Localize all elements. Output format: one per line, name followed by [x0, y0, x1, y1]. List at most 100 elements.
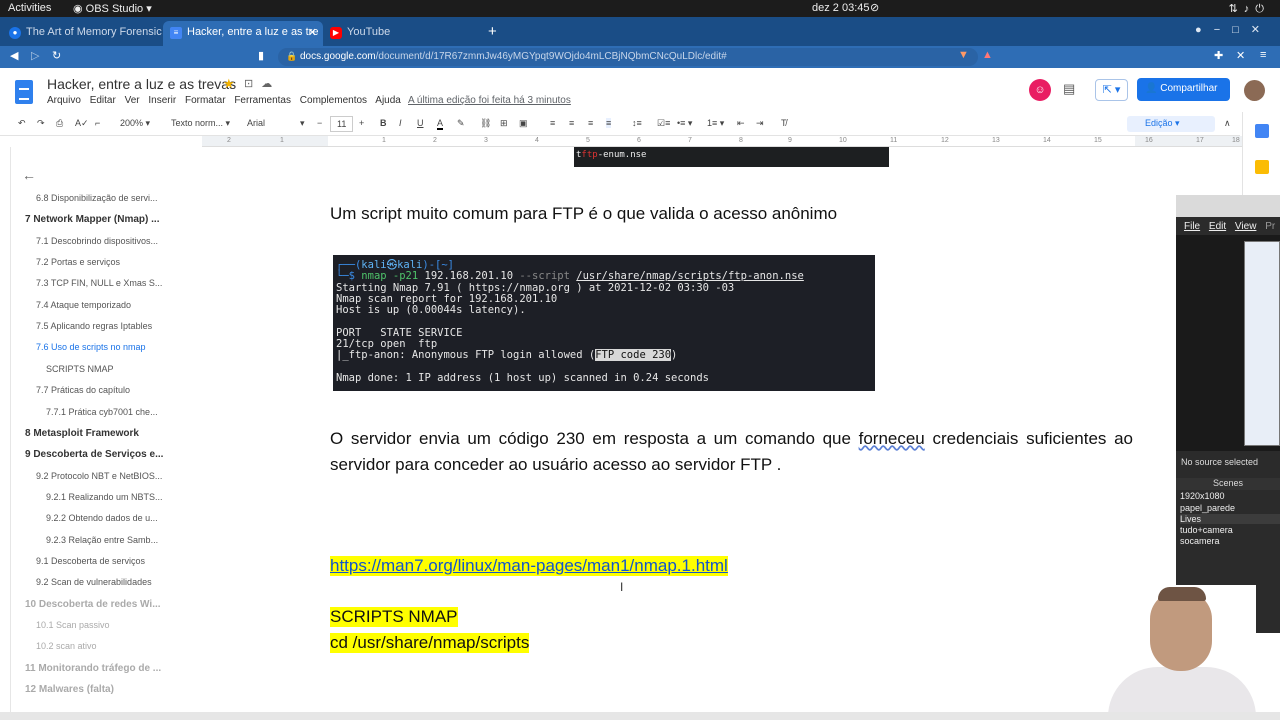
comment-icon[interactable]: ⊞ [500, 118, 508, 129]
outline-item[interactable]: 9.2.1 Realizando um NBTS... [46, 492, 196, 502]
obs-scene-item[interactable]: socamera [1180, 536, 1280, 546]
nmap-man-link[interactable]: https://man7.org/linux/man-pages/man1/nm… [330, 556, 728, 576]
last-edit-link[interactable]: A última edição foi feita há 3 minutos [408, 95, 571, 106]
obs-menu-file[interactable]: File [1184, 221, 1200, 232]
obs-preview[interactable] [1176, 235, 1280, 451]
decrease-size-icon[interactable]: − [317, 118, 322, 128]
increase-size-icon[interactable]: + [359, 118, 364, 128]
profile-avatar[interactable] [1244, 80, 1265, 101]
zoom-select[interactable]: 200% ▾ [120, 118, 150, 129]
p2-misspelled[interactable]: forneceu [859, 429, 925, 448]
menu-complementos[interactable]: Complementos [300, 95, 367, 106]
activities-button[interactable]: Activities [8, 2, 51, 14]
outline-item[interactable]: 7.6 Uso de scripts no nmap [36, 342, 186, 352]
vertical-ruler[interactable] [0, 147, 11, 712]
increase-indent-icon[interactable]: ⇥ [756, 118, 764, 129]
outline-item[interactable]: 9.2.2 Obtendo dados de u... [46, 513, 196, 523]
cloud-status-icon[interactable]: ☁ [261, 78, 280, 90]
undo-icon[interactable]: ↶ [18, 118, 26, 129]
outline-item[interactable]: 9.2 Protocolo NBT e NetBIOS... [36, 471, 186, 481]
extensions-icon[interactable]: ✚ [1214, 49, 1223, 62]
calendar-icon[interactable] [1255, 124, 1269, 138]
clear-formatting-icon[interactable]: T̸ [781, 118, 787, 128]
bookmark-icon[interactable]: ▮ [258, 49, 264, 62]
system-tray[interactable]: ⇅♪⏻ [1229, 2, 1270, 16]
outline-item[interactable]: 7.7.1 Prática cyb7001 che... [46, 407, 196, 417]
comments-icon[interactable]: ▤ [1063, 81, 1075, 97]
close-outline-icon[interactable]: ← [22, 167, 36, 183]
justify-icon[interactable]: ≡ [606, 118, 612, 128]
outline-item[interactable]: 11 Monitorando tráfego de ... [25, 663, 175, 674]
outline-item[interactable]: 10.2 scan ativo [36, 641, 186, 651]
forward-icon[interactable]: ▷ [31, 49, 39, 62]
align-left-icon[interactable]: ≡ [550, 118, 555, 128]
obs-menu-profile[interactable]: Pr [1265, 221, 1275, 232]
outline-item[interactable]: 7 Network Mapper (Nmap) ... [25, 214, 175, 225]
maximize-icon[interactable]: □ [1232, 24, 1251, 36]
document-title[interactable]: Hacker, entre a luz e as trevas [47, 76, 236, 92]
menu-formatar[interactable]: Formatar [185, 95, 226, 106]
style-select[interactable]: Texto norm... ▾ [171, 118, 230, 129]
present-button[interactable]: ⇱ ▾ [1095, 79, 1128, 101]
outline-item[interactable]: 9.1 Descoberta de serviços [36, 556, 186, 566]
outline-item[interactable]: 7.5 Aplicando regras Iptables [36, 321, 186, 331]
obs-menu-view[interactable]: View [1235, 221, 1257, 232]
collaborator-avatar[interactable]: ☺ [1029, 79, 1051, 101]
bulleted-list-icon[interactable]: •≡ ▾ [677, 118, 692, 129]
tools-icon[interactable]: ✕ [1236, 49, 1245, 62]
obs-menu-edit[interactable]: Edit [1209, 221, 1226, 232]
bold-icon[interactable]: B [380, 118, 387, 128]
align-center-icon[interactable]: ≡ [569, 118, 574, 128]
brave-shield-icon[interactable]: ▼ [958, 49, 969, 61]
tab-art-of-memory-forensics[interactable]: ● The Art of Memory Forensics [2, 21, 162, 46]
menu-ver[interactable]: Ver [125, 95, 140, 106]
outline-item[interactable]: 8 Metasploit Framework [25, 428, 175, 439]
outline-item[interactable]: 7.7 Práticas do capítulo [36, 385, 186, 395]
text-color-icon[interactable]: A [437, 118, 444, 130]
outline-item[interactable]: SCRIPTS NMAP [46, 364, 196, 374]
line-spacing-icon[interactable]: ↕≡ [632, 118, 642, 128]
tab-search-icon[interactable]: ● [1195, 24, 1214, 36]
outline-item[interactable]: 9.2.3 Relação entre Samb... [46, 535, 196, 545]
reload-icon[interactable]: ↻ [52, 49, 61, 62]
move-folder-icon[interactable]: ⊡ [244, 78, 261, 90]
outline-item[interactable]: 7.3 TCP FIN, NULL e Xmas S... [36, 278, 186, 288]
font-size-input[interactable]: 11 [330, 116, 354, 132]
minimize-icon[interactable]: − [1214, 24, 1232, 36]
obs-titlebar[interactable] [1176, 195, 1280, 217]
obs-scene-item[interactable]: papel_parede [1180, 503, 1280, 513]
horizontal-ruler[interactable]: 2 1 1 2 3 4 5 6 7 8 9 10 11 12 13 14 15 … [202, 136, 1242, 147]
browser-menu-icon[interactable]: ≡ [1260, 49, 1266, 61]
image-icon[interactable]: ▣ [519, 118, 528, 129]
close-tab-icon[interactable]: ✕ [308, 26, 317, 39]
back-icon[interactable]: ◀ [10, 49, 18, 62]
outline-item[interactable]: 7.1 Descobrindo dispositivos... [36, 236, 186, 246]
italic-icon[interactable]: I [399, 118, 402, 128]
menu-ajuda[interactable]: Ajuda [375, 95, 401, 106]
rewards-icon[interactable]: ▲ [982, 49, 993, 61]
docs-logo-icon[interactable] [15, 80, 33, 104]
keep-icon[interactable] [1255, 160, 1269, 174]
obs-scene-item[interactable]: tudo+camera [1180, 525, 1280, 535]
paint-format-icon[interactable]: ⌐ [95, 118, 100, 128]
menu-editar[interactable]: Editar [90, 95, 116, 106]
app-menu[interactable]: ◉ OBS Studio ▾ [73, 2, 152, 15]
address-bar[interactable]: 🔒 docs.google.com/document/d/17R67zmmJw4… [278, 48, 978, 66]
link-icon[interactable]: ⛓ [480, 118, 491, 129]
menu-ferramentas[interactable]: Ferramentas [234, 95, 291, 106]
close-window-icon[interactable]: ✕ [1251, 24, 1272, 36]
decrease-indent-icon[interactable]: ⇤ [737, 118, 745, 129]
outline-item[interactable]: 12 Malwares (falta) [25, 684, 175, 695]
collapse-menu-icon[interactable]: ∧ [1224, 118, 1231, 129]
font-select[interactable]: Arial [247, 118, 265, 128]
menu-inserir[interactable]: Inserir [148, 95, 176, 106]
tab-hacker-doc[interactable]: ≡ Hacker, entre a luz e as tre ✕ [163, 21, 323, 46]
star-icon[interactable]: ★ [223, 76, 235, 92]
checklist-icon[interactable]: ☑≡ [657, 118, 670, 129]
underline-icon[interactable]: U [417, 118, 424, 128]
tab-youtube[interactable]: ▶ YouTube [323, 21, 483, 46]
share-button[interactable]: 👤 Compartilhar [1137, 78, 1230, 101]
menu-arquivo[interactable]: Arquivo [47, 95, 81, 106]
outline-item[interactable]: 9.2 Scan de vulnerabilidades [36, 577, 186, 587]
numbered-list-icon[interactable]: 1≡ ▾ [707, 118, 724, 129]
